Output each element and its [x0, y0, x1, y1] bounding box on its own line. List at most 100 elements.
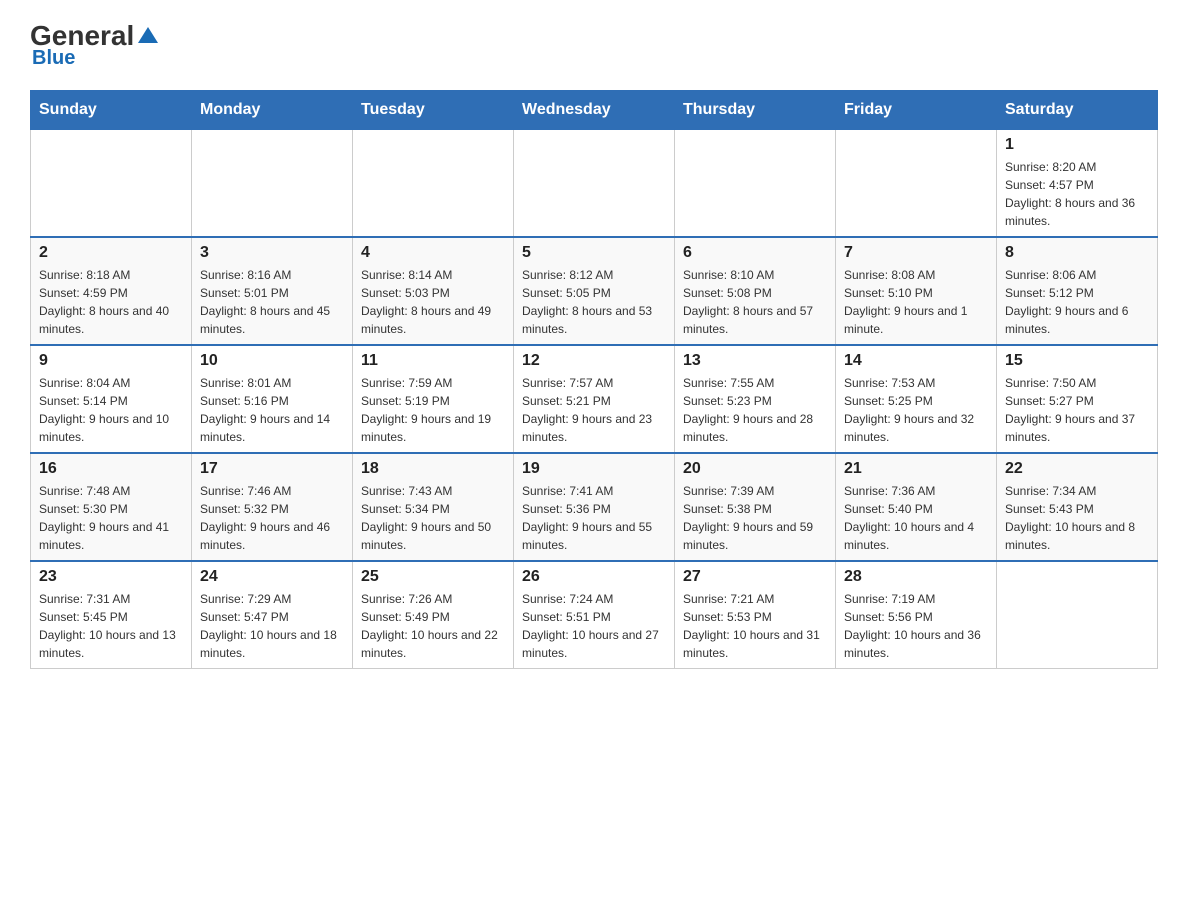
- day-number: 26: [522, 568, 666, 586]
- calendar-cell: 27 Sunrise: 7:21 AMSunset: 5:53 PMDayligh…: [675, 561, 836, 669]
- calendar-cell: 20 Sunrise: 7:39 AMSunset: 5:38 PMDayligh…: [675, 453, 836, 561]
- day-number: 16: [39, 460, 183, 478]
- calendar-cell: 3Sunrise: 8:16 AMSunset: 5:01 PMDaylight…: [192, 237, 353, 345]
- calendar-header-friday: Friday: [836, 91, 997, 130]
- day-number: 17: [200, 460, 344, 478]
- day-info: Sunrise: 8:14 AMSunset: 5:03 PMDaylight:…: [361, 266, 505, 338]
- calendar-cell: [353, 130, 514, 238]
- calendar-cell: [836, 130, 997, 238]
- calendar-cell: [997, 561, 1158, 669]
- day-number: 24: [200, 568, 344, 586]
- day-info: Sunrise: 8:10 AMSunset: 5:08 PMDaylight:…: [683, 266, 827, 338]
- calendar-cell: 2 Sunrise: 8:18 AMSunset: 4:59 PMDaylight…: [31, 237, 192, 345]
- day-info: Sunrise: 8:16 AMSunset: 5:01 PMDaylight:…: [200, 266, 344, 338]
- day-number: 6: [683, 244, 827, 262]
- day-number: 2: [39, 244, 183, 262]
- calendar-cell: [675, 130, 836, 238]
- calendar-table: SundayMondayTuesdayWednesdayThursdayFrid…: [30, 90, 1158, 669]
- calendar-cell: 15 Sunrise: 7:50 AMSunset: 5:27 PMDayligh…: [997, 345, 1158, 453]
- calendar-cell: [31, 130, 192, 238]
- day-number: 8: [1005, 244, 1149, 262]
- day-info: Sunrise: 7:46 AMSunset: 5:32 PMDaylight:…: [200, 482, 344, 554]
- day-number: 21: [844, 460, 988, 478]
- calendar-cell: 25 Sunrise: 7:26 AMSunset: 5:49 PMDayligh…: [353, 561, 514, 669]
- calendar-week-row: 16 Sunrise: 7:48 AMSunset: 5:30 PMDayligh…: [31, 453, 1158, 561]
- day-info: Sunrise: 7:26 AMSunset: 5:49 PMDaylight:…: [361, 590, 505, 662]
- day-info: Sunrise: 8:01 AMSunset: 5:16 PMDaylight:…: [200, 374, 344, 446]
- day-number: 22: [1005, 460, 1149, 478]
- day-info: Sunrise: 8:12 AMSunset: 5:05 PMDaylight:…: [522, 266, 666, 338]
- page-header: General Blue: [30, 20, 1158, 70]
- calendar-week-row: 2 Sunrise: 8:18 AMSunset: 4:59 PMDaylight…: [31, 237, 1158, 345]
- day-info: Sunrise: 7:31 AMSunset: 5:45 PMDaylight:…: [39, 590, 183, 662]
- calendar-cell: 14Sunrise: 7:53 AMSunset: 5:25 PMDayligh…: [836, 345, 997, 453]
- calendar-cell: 22 Sunrise: 7:34 AMSunset: 5:43 PMDayligh…: [997, 453, 1158, 561]
- calendar-cell: 7 Sunrise: 8:08 AMSunset: 5:10 PMDaylight…: [836, 237, 997, 345]
- day-info: Sunrise: 8:08 AMSunset: 5:10 PMDaylight:…: [844, 266, 988, 338]
- day-info: Sunrise: 7:43 AMSunset: 5:34 PMDaylight:…: [361, 482, 505, 554]
- day-number: 5: [522, 244, 666, 262]
- day-info: Sunrise: 7:41 AMSunset: 5:36 PMDaylight:…: [522, 482, 666, 554]
- day-info: Sunrise: 8:18 AMSunset: 4:59 PMDaylight:…: [39, 266, 183, 338]
- calendar-header-thursday: Thursday: [675, 91, 836, 130]
- day-number: 9: [39, 352, 183, 370]
- calendar-cell: 11 Sunrise: 7:59 AMSunset: 5:19 PMDayligh…: [353, 345, 514, 453]
- day-number: 28: [844, 568, 988, 586]
- day-info: Sunrise: 7:57 AMSunset: 5:21 PMDaylight:…: [522, 374, 666, 446]
- logo-blue-text: Blue: [32, 47, 75, 70]
- logo: General Blue: [30, 20, 158, 70]
- day-info: Sunrise: 8:20 AMSunset: 4:57 PMDaylight:…: [1005, 158, 1149, 230]
- day-number: 23: [39, 568, 183, 586]
- calendar-header-sunday: Sunday: [31, 91, 192, 130]
- calendar-header-saturday: Saturday: [997, 91, 1158, 130]
- calendar-header-tuesday: Tuesday: [353, 91, 514, 130]
- day-info: Sunrise: 7:39 AMSunset: 5:38 PMDaylight:…: [683, 482, 827, 554]
- calendar-week-row: 23 Sunrise: 7:31 AMSunset: 5:45 PMDayligh…: [31, 561, 1158, 669]
- day-number: 13: [683, 352, 827, 370]
- calendar-cell: 23 Sunrise: 7:31 AMSunset: 5:45 PMDayligh…: [31, 561, 192, 669]
- logo-triangle-icon: [138, 27, 158, 43]
- calendar-cell: 13 Sunrise: 7:55 AMSunset: 5:23 PMDayligh…: [675, 345, 836, 453]
- calendar-cell: 9 Sunrise: 8:04 AMSunset: 5:14 PMDaylight…: [31, 345, 192, 453]
- calendar-week-row: 9 Sunrise: 8:04 AMSunset: 5:14 PMDaylight…: [31, 345, 1158, 453]
- calendar-week-row: 1 Sunrise: 8:20 AMSunset: 4:57 PMDaylight…: [31, 130, 1158, 238]
- calendar-cell: 26 Sunrise: 7:24 AMSunset: 5:51 PMDayligh…: [514, 561, 675, 669]
- day-number: 15: [1005, 352, 1149, 370]
- day-number: 19: [522, 460, 666, 478]
- day-info: Sunrise: 7:21 AMSunset: 5:53 PMDaylight:…: [683, 590, 827, 662]
- day-info: Sunrise: 7:48 AMSunset: 5:30 PMDaylight:…: [39, 482, 183, 554]
- calendar-cell: 4Sunrise: 8:14 AMSunset: 5:03 PMDaylight…: [353, 237, 514, 345]
- day-info: Sunrise: 7:59 AMSunset: 5:19 PMDaylight:…: [361, 374, 505, 446]
- day-info: Sunrise: 7:55 AMSunset: 5:23 PMDaylight:…: [683, 374, 827, 446]
- day-number: 12: [522, 352, 666, 370]
- day-info: Sunrise: 8:04 AMSunset: 5:14 PMDaylight:…: [39, 374, 183, 446]
- day-number: 7: [844, 244, 988, 262]
- day-number: 1: [1005, 136, 1149, 154]
- day-info: Sunrise: 7:29 AMSunset: 5:47 PMDaylight:…: [200, 590, 344, 662]
- day-info: Sunrise: 7:24 AMSunset: 5:51 PMDaylight:…: [522, 590, 666, 662]
- day-number: 27: [683, 568, 827, 586]
- day-number: 11: [361, 352, 505, 370]
- day-number: 25: [361, 568, 505, 586]
- calendar-cell: 17 Sunrise: 7:46 AMSunset: 5:32 PMDayligh…: [192, 453, 353, 561]
- calendar-header-row: SundayMondayTuesdayWednesdayThursdayFrid…: [31, 91, 1158, 130]
- day-info: Sunrise: 7:34 AMSunset: 5:43 PMDaylight:…: [1005, 482, 1149, 554]
- calendar-cell: 19 Sunrise: 7:41 AMSunset: 5:36 PMDayligh…: [514, 453, 675, 561]
- calendar-cell: 8 Sunrise: 8:06 AMSunset: 5:12 PMDaylight…: [997, 237, 1158, 345]
- day-info: Sunrise: 7:50 AMSunset: 5:27 PMDaylight:…: [1005, 374, 1149, 446]
- calendar-cell: 1 Sunrise: 8:20 AMSunset: 4:57 PMDaylight…: [997, 130, 1158, 238]
- day-number: 18: [361, 460, 505, 478]
- calendar-cell: 10 Sunrise: 8:01 AMSunset: 5:16 PMDayligh…: [192, 345, 353, 453]
- day-info: Sunrise: 7:53 AMSunset: 5:25 PMDaylight:…: [844, 374, 988, 446]
- calendar-cell: [192, 130, 353, 238]
- calendar-cell: 5 Sunrise: 8:12 AMSunset: 5:05 PMDaylight…: [514, 237, 675, 345]
- calendar-cell: 21 Sunrise: 7:36 AMSunset: 5:40 PMDayligh…: [836, 453, 997, 561]
- calendar-header-monday: Monday: [192, 91, 353, 130]
- day-number: 20: [683, 460, 827, 478]
- calendar-cell: 28Sunrise: 7:19 AMSunset: 5:56 PMDayligh…: [836, 561, 997, 669]
- calendar-cell: 18 Sunrise: 7:43 AMSunset: 5:34 PMDayligh…: [353, 453, 514, 561]
- calendar-header-wednesday: Wednesday: [514, 91, 675, 130]
- day-info: Sunrise: 8:06 AMSunset: 5:12 PMDaylight:…: [1005, 266, 1149, 338]
- day-info: Sunrise: 7:36 AMSunset: 5:40 PMDaylight:…: [844, 482, 988, 554]
- day-number: 10: [200, 352, 344, 370]
